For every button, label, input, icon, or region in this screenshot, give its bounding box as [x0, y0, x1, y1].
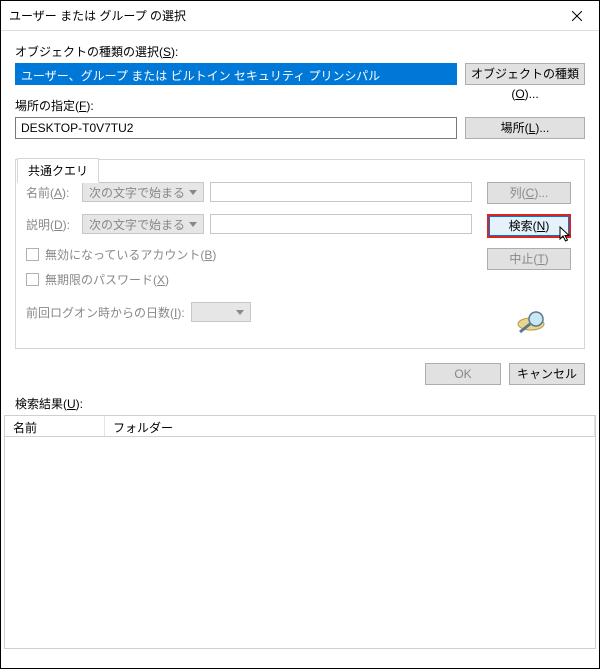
name-mode-dropdown[interactable]: 次の文字で始まる: [82, 182, 204, 202]
cancel-button[interactable]: キャンセル: [509, 363, 585, 385]
object-types-label: オブジェクトの種類の選択(S):: [15, 43, 585, 60]
tab-panel: 名前(A): 次の文字で始まる 説明(D): 次の文字で始まる 無効になっている…: [15, 159, 585, 349]
tab-common-query[interactable]: 共通クエリ: [17, 158, 99, 183]
disabled-accounts-label: 無効になっているアカウント(B): [45, 246, 216, 263]
column-folder[interactable]: フォルダー: [105, 416, 595, 436]
disabled-accounts-checkbox[interactable]: [26, 248, 39, 261]
nonexpiring-password-checkbox[interactable]: [26, 273, 39, 286]
window-title: ユーザー または グループ の選択: [1, 7, 186, 24]
nonexpiring-password-label: 無期限のパスワード(X): [45, 271, 169, 288]
days-since-logon-dropdown[interactable]: [191, 302, 251, 322]
name-input[interactable]: [210, 182, 472, 202]
stop-button[interactable]: 中止(T): [487, 248, 571, 270]
search-results-label: 検索結果(U):: [15, 395, 599, 412]
cursor-icon: [559, 226, 573, 244]
description-mode-dropdown[interactable]: 次の文字で始まる: [82, 214, 204, 234]
magnifier-icon: [509, 308, 549, 336]
object-types-field[interactable]: ユーザー、グループ または ビルトイン セキュリティ プリンシパル: [15, 63, 457, 85]
description-label: 説明(D):: [26, 216, 76, 233]
titlebar: ユーザー または グループ の選択: [1, 1, 599, 31]
location-label: 場所の指定(F):: [15, 97, 585, 114]
days-since-logon-label: 前回ログオン時からの日数(I):: [26, 304, 185, 321]
name-label: 名前(A):: [26, 184, 76, 201]
ok-button[interactable]: OK: [425, 363, 501, 385]
close-icon: [572, 11, 582, 21]
locations-button[interactable]: 場所(L)...: [465, 117, 585, 139]
location-field[interactable]: DESKTOP-T0V7TU2: [15, 117, 457, 139]
object-types-button[interactable]: オブジェクトの種類(O)...: [465, 63, 585, 85]
results-header: 名前 フォルダー: [4, 415, 596, 437]
search-button[interactable]: 検索(N): [487, 214, 571, 238]
column-name[interactable]: 名前: [5, 416, 105, 436]
description-input[interactable]: [210, 214, 472, 234]
close-button[interactable]: [554, 1, 599, 31]
results-list[interactable]: [4, 437, 596, 649]
columns-button[interactable]: 列(C)...: [487, 182, 571, 204]
